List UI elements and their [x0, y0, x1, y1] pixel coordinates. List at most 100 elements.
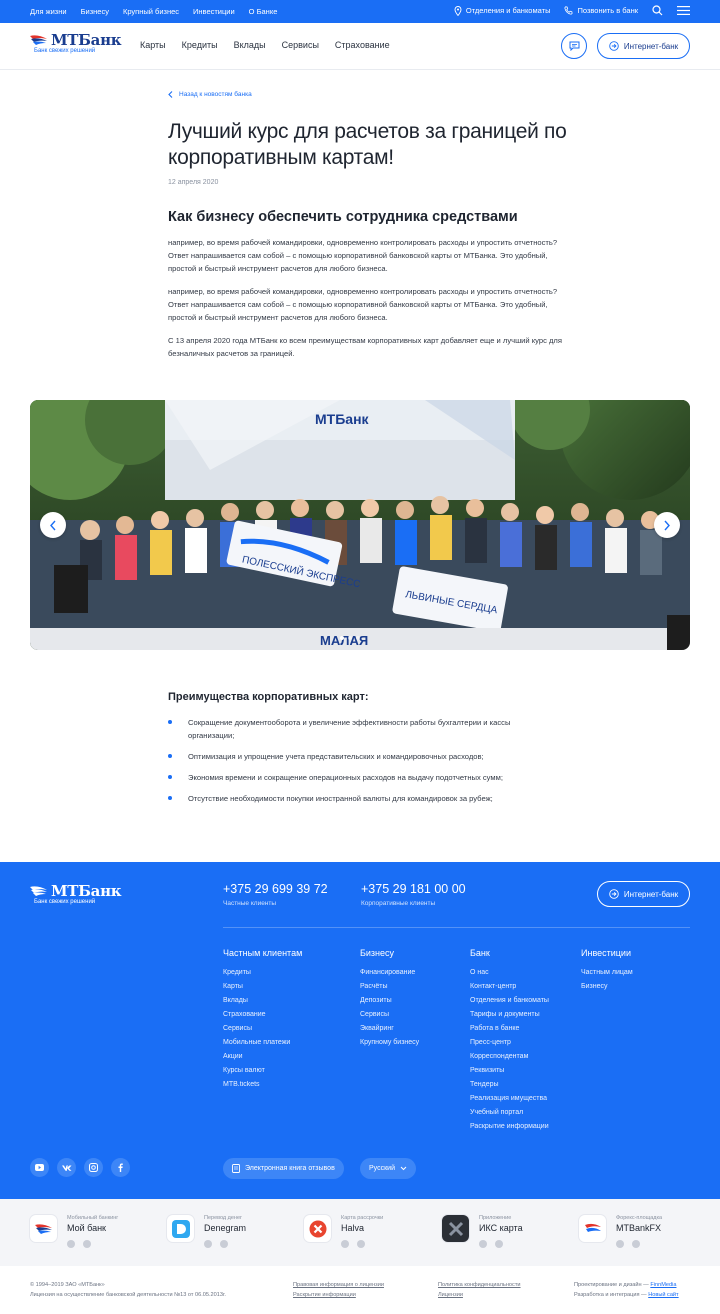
nav-loans[interactable]: Кредиты	[182, 40, 218, 50]
footer-link[interactable]: Расчёты	[360, 980, 419, 994]
chevron-left-icon	[168, 91, 173, 98]
footer-link[interactable]: Сервисы	[223, 1022, 302, 1036]
google-play-icon[interactable]	[616, 1240, 624, 1248]
apple-icon[interactable]	[632, 1240, 640, 1248]
chevron-down-icon	[400, 1166, 407, 1171]
app-iks-card[interactable]: Приложение ИКС карта	[442, 1215, 523, 1248]
google-play-icon[interactable]	[204, 1240, 212, 1248]
footer-link[interactable]: Эквайринг	[360, 1022, 419, 1036]
footer-link[interactable]: Пресс-центр	[470, 1036, 549, 1050]
apple-icon[interactable]	[495, 1240, 503, 1248]
app-mtbankfx[interactable]: Форекс-площадка MTBankFX	[579, 1215, 662, 1248]
footer-link[interactable]: Бизнесу	[581, 980, 633, 994]
app-halva[interactable]: Карта рассрочки Halva	[304, 1215, 383, 1248]
phone-private[interactable]: +375 29 699 39 72 Частные клиенты	[223, 882, 328, 907]
phone-corporate[interactable]: +375 29 181 00 00 Корпоративные клиенты	[361, 882, 466, 907]
footer-link[interactable]: Курсы валют	[223, 1064, 302, 1078]
footer-link[interactable]: Частным лицам	[581, 966, 633, 980]
nav-services[interactable]: Сервисы	[282, 40, 319, 50]
google-play-icon[interactable]	[67, 1240, 75, 1248]
footer-link[interactable]: Акции	[223, 1050, 302, 1064]
app-my-bank[interactable]: Мобильный банкинг Мой банк	[30, 1215, 118, 1248]
footer-link[interactable]: Крупному бизнесу	[360, 1036, 419, 1050]
app-subtitle: Приложение	[479, 1215, 512, 1221]
footer-link[interactable]: Сервисы	[360, 1008, 419, 1022]
apple-icon[interactable]	[220, 1240, 228, 1248]
footer-link[interactable]: Мобильные платежи	[223, 1036, 302, 1050]
footer-link[interactable]: Тендеры	[470, 1078, 549, 1092]
nav-deposits[interactable]: Вклады	[234, 40, 266, 50]
bank-logo[interactable]: МТБанк Банк свежих решений	[30, 31, 122, 54]
slider-next-button[interactable]	[654, 512, 680, 538]
footer-link[interactable]: Контакт-центр	[470, 980, 549, 994]
slider-dot[interactable]	[348, 636, 352, 640]
top-link-corporate[interactable]: Крупный бизнес	[123, 7, 179, 16]
bird-logo-icon	[30, 35, 47, 45]
article-title: Лучший курс для расчетов за границей по …	[168, 120, 567, 169]
footer-link[interactable]: Раскрытие информации	[470, 1120, 549, 1134]
slider-dot[interactable]	[340, 636, 344, 640]
dev-by-link[interactable]: Новый сайт	[648, 1292, 678, 1298]
internet-bank-button[interactable]: Интернет-банк	[597, 33, 690, 59]
footer-link[interactable]: Страхование	[223, 1008, 302, 1022]
chevron-left-icon	[50, 520, 56, 530]
design-by-link[interactable]: FinnMedia	[650, 1282, 676, 1288]
slider-prev-button[interactable]	[40, 512, 66, 538]
footer-link[interactable]: Корреспондентам	[470, 1050, 549, 1064]
top-link-investments[interactable]: Инвестиции	[193, 7, 235, 16]
footer-link[interactable]: Реализация имущества	[470, 1092, 549, 1106]
search-icon[interactable]	[652, 5, 663, 16]
footer-link[interactable]: Финансирование	[360, 966, 419, 980]
branches-link[interactable]: Отделения и банкоматы	[454, 5, 550, 16]
top-link-about[interactable]: О Банке	[249, 7, 278, 16]
legal-footer: © 1994–2019 ЗАО «МТБанк» Лицензия на осу…	[0, 1266, 720, 1314]
list-item: Отсутствие необходимости покупки иностра…	[168, 792, 558, 805]
top-link-life[interactable]: Для жизни	[30, 7, 67, 16]
footer-logo[interactable]: МТБанк Банк свежих решений	[30, 882, 122, 905]
language-select[interactable]: Русский	[360, 1158, 416, 1179]
apple-icon[interactable]	[357, 1240, 365, 1248]
feedback-book-button[interactable]: Электронная книга отзывов	[223, 1158, 344, 1179]
slider-dot[interactable]	[356, 636, 360, 640]
licenses-link[interactable]: Лицензии	[438, 1292, 463, 1298]
footer-link[interactable]: Депозиты	[360, 994, 419, 1008]
legal-info-link[interactable]: Правовая информация о лицензии	[293, 1282, 384, 1288]
chat-button[interactable]	[561, 33, 587, 59]
footer-link[interactable]: Отделения и банкоматы	[470, 994, 549, 1008]
design-label: Проектирование и дизайн —	[574, 1282, 649, 1288]
footer-link[interactable]: Тарифы и документы	[470, 1008, 549, 1022]
privacy-policy-link[interactable]: Политика конфиденциальности	[438, 1282, 521, 1288]
menu-icon[interactable]	[677, 6, 690, 15]
top-bar-segments: Для жизни Бизнесу Крупный бизнес Инвести…	[30, 7, 277, 16]
app-denegram[interactable]: Перевод денег Denegram	[167, 1215, 246, 1248]
disclosure-link[interactable]: Раскрытие информации	[293, 1292, 356, 1298]
instagram-icon[interactable]	[84, 1158, 103, 1177]
footer-link[interactable]: Реквизиты	[470, 1064, 549, 1078]
apple-icon[interactable]	[83, 1240, 91, 1248]
google-play-icon[interactable]	[341, 1240, 349, 1248]
footer-internet-bank-button[interactable]: Интернет-банк	[597, 881, 690, 907]
footer-divider	[223, 927, 690, 928]
top-link-business[interactable]: Бизнесу	[81, 7, 109, 16]
footer-link[interactable]: MTB.tickets	[223, 1078, 302, 1092]
back-to-news-link[interactable]: Назад к новостям банка	[168, 91, 252, 98]
google-play-icon[interactable]	[479, 1240, 487, 1248]
facebook-icon[interactable]	[111, 1158, 130, 1177]
list-item: Экономия времени и сокращение операционн…	[168, 771, 558, 784]
call-bank-link[interactable]: Позвонить в банк	[564, 6, 638, 15]
footer-link[interactable]: Карты	[223, 980, 302, 994]
footer-column-investments: Инвестиции Частным лицам Бизнесу	[581, 948, 633, 994]
footer-link[interactable]: Кредиты	[223, 966, 302, 980]
halva-app-icon	[304, 1215, 331, 1242]
youtube-icon[interactable]	[30, 1158, 49, 1177]
list-item: Оптимизация и упрощение учета представит…	[168, 750, 558, 763]
footer-link[interactable]: Работа в банке	[470, 1022, 549, 1036]
vk-icon[interactable]	[57, 1158, 76, 1177]
nav-insurance[interactable]: Страхование	[335, 40, 390, 50]
footer-link[interactable]: Учебный портал	[470, 1106, 549, 1120]
footer-link[interactable]: Вклады	[223, 994, 302, 1008]
nav-cards[interactable]: Карты	[140, 40, 166, 50]
footer-link[interactable]: О нас	[470, 966, 549, 980]
call-label: Позвонить в банк	[577, 6, 638, 15]
legal-copyright-block: © 1994–2019 ЗАО «МТБанк» Лицензия на осу…	[30, 1280, 226, 1300]
